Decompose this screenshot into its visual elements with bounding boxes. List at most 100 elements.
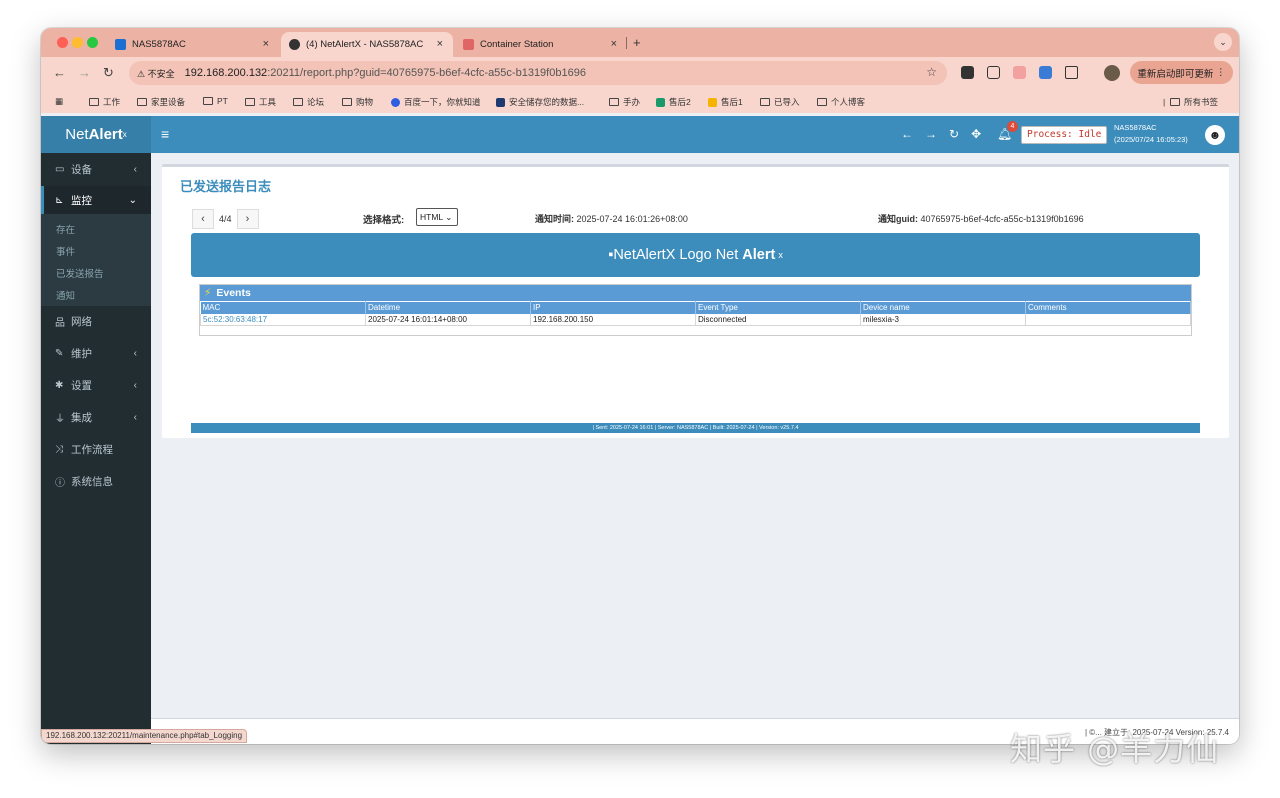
server-info[interactable]: NAS5878AC (2025/07/24 16:05:23) bbox=[1114, 122, 1188, 146]
previous-report-button[interactable]: ‹ bbox=[192, 209, 214, 229]
mac-link[interactable]: 5c:52:30:63:48:17 bbox=[200, 313, 366, 326]
server-time: (2025/07/24 16:05:23) bbox=[1114, 135, 1188, 144]
url-text: 192.168.200.132:20211/report.php?guid=40… bbox=[185, 67, 586, 79]
user-avatar[interactable]: ☻ bbox=[1205, 125, 1225, 145]
table-cell: milesxia-3 bbox=[860, 313, 1026, 326]
sidebar-item-label: 工作流程 bbox=[71, 443, 113, 456]
column-header: Datetime bbox=[365, 301, 531, 314]
bookmark-folder[interactable]: 个人博客 bbox=[817, 96, 865, 108]
sidebar-item-devices[interactable]: ▭ 设备 ‹ bbox=[41, 155, 151, 183]
extension-icon[interactable] bbox=[961, 66, 974, 79]
extension-icon[interactable] bbox=[1013, 66, 1026, 79]
close-tab-icon[interactable]: × bbox=[263, 38, 269, 50]
sidebar-item-settings[interactable]: ✱ 设置 ‹ bbox=[41, 371, 151, 399]
sidebar-item-maintenance[interactable]: ✎ 维护 ‹ bbox=[41, 339, 151, 367]
logo-text-bold: Alert bbox=[88, 126, 123, 143]
forward-arrow-icon[interactable]: → bbox=[925, 127, 937, 141]
bookmark-folder[interactable]: PT bbox=[203, 96, 228, 106]
zoom-window-button[interactable] bbox=[87, 37, 98, 48]
puzzle-extensions-icon[interactable] bbox=[1065, 66, 1078, 79]
minimize-window-button[interactable] bbox=[72, 37, 83, 48]
tab-netalertx[interactable]: (4) NetAlertX - NAS5878AC × bbox=[281, 32, 453, 57]
submenu-item-presence[interactable]: 存在 bbox=[56, 222, 75, 236]
bookmark-baidu[interactable]: 百度一下，你就知道 bbox=[391, 96, 481, 108]
bookmark-label: 已导入 bbox=[774, 97, 800, 107]
bookmark-folder[interactable]: 手办 bbox=[609, 96, 640, 108]
profile-avatar[interactable] bbox=[1104, 65, 1120, 81]
not-secure-warning[interactable]: ⚠ 不安全 bbox=[137, 67, 175, 80]
sidebar: ▭ 设备 ‹ ⊾ 监控 ⌄ 存在 事件 已发送报告 通知 品网络 ✎ 维护 ‹ ✱ 设置 ‹ ⏚… bbox=[41, 153, 151, 744]
bookmark-label: 个人博客 bbox=[831, 97, 866, 107]
sidebar-item-monitoring[interactable]: ⊾ 监控 ⌄ bbox=[41, 186, 151, 214]
app-logo[interactable]: Net Alert x bbox=[41, 116, 151, 153]
close-tab-icon[interactable]: × bbox=[611, 38, 617, 50]
tab-container-station[interactable]: Container Station × bbox=[455, 32, 627, 57]
back-arrow-icon[interactable]: ← bbox=[901, 127, 913, 141]
bookmark-label: 购物 bbox=[356, 97, 374, 107]
format-select[interactable]: HTML ⌄ bbox=[416, 208, 458, 226]
bookmark-folder[interactable]: 家里设备 bbox=[137, 96, 185, 108]
notification-guid-value: 40765975-b6ef-4cfc-a55c-b1319f0b1696 bbox=[920, 214, 1084, 224]
tab-search-chevron-icon[interactable]: ⌄ bbox=[1214, 33, 1232, 51]
bookmark-folder[interactable]: 论坛 bbox=[293, 96, 324, 108]
url-host: 192.168.200.132 bbox=[184, 67, 268, 79]
bookmark-star-icon[interactable]: ☆ bbox=[926, 65, 937, 79]
header-actions: ← → ↻ ✥ bbox=[901, 127, 981, 141]
apps-grid-icon[interactable]: ▦ bbox=[55, 96, 63, 107]
table-cell: Disconnected bbox=[695, 313, 861, 326]
reload-icon[interactable]: ↻ bbox=[103, 65, 114, 81]
url-path: :20211/report.php?guid=40765975-b6ef-4cf… bbox=[267, 67, 586, 79]
folder-icon bbox=[293, 98, 303, 106]
refresh-icon[interactable]: ↻ bbox=[949, 127, 959, 141]
sidebar-item-network[interactable]: 品网络 bbox=[41, 307, 151, 335]
new-tab-button[interactable]: + bbox=[633, 35, 641, 50]
chart-icon: ⊾ bbox=[55, 194, 64, 206]
tab-nas[interactable]: NAS5878AC × bbox=[107, 32, 279, 57]
bookmark-label: 所有书签 bbox=[1183, 97, 1218, 107]
submenu-item-notifications[interactable]: 通知 bbox=[56, 288, 75, 302]
column-header: Event Type bbox=[695, 301, 861, 314]
address-bar[interactable]: ⚠ 不安全 192.168.200.132:20211/report.php?g… bbox=[129, 61, 947, 85]
extension-icon[interactable] bbox=[1039, 66, 1052, 79]
bookmark-folder[interactable]: 工作 bbox=[89, 96, 120, 108]
menu-toggle-icon[interactable]: ≡ bbox=[161, 126, 169, 142]
sidebar-item-integrations[interactable]: ⏚ 集成 ‹ bbox=[41, 403, 151, 431]
notification-guid-label: 通知guid: bbox=[878, 214, 918, 224]
notification-badge: 4 bbox=[1007, 121, 1018, 132]
wrench-icon: ✎ bbox=[55, 347, 64, 359]
not-secure-label: 不安全 bbox=[147, 68, 175, 79]
bookmark-secure-storage[interactable]: 安全储存您的数据... bbox=[496, 96, 584, 108]
submenu-item-sent-reports[interactable]: 已发送报告 bbox=[56, 266, 104, 280]
close-tab-icon[interactable]: × bbox=[437, 38, 443, 50]
forward-arrow-icon[interactable]: → bbox=[78, 65, 91, 80]
bookmark-label: 安全储存您的数据... bbox=[509, 97, 585, 107]
crosshair-icon[interactable]: ✥ bbox=[971, 127, 981, 141]
sidebar-item-label: 维护 bbox=[71, 347, 92, 360]
update-browser-button[interactable]: 重新启动即可更新 ⋮ bbox=[1130, 61, 1233, 84]
events-title: Events bbox=[216, 287, 251, 299]
next-report-button[interactable]: › bbox=[236, 209, 259, 229]
bookmark-label: 售后2 bbox=[669, 97, 691, 107]
submenu-item-events[interactable]: 事件 bbox=[56, 244, 75, 258]
extension-icon[interactable] bbox=[987, 66, 1000, 79]
folder-icon bbox=[245, 98, 255, 106]
chevron-left-icon: ‹ bbox=[133, 411, 137, 423]
events-section: ⚡ Events MAC Datetime IP Event Type Devic… bbox=[199, 284, 1192, 336]
storage-icon bbox=[496, 97, 505, 107]
bookmark-folder[interactable]: 工具 bbox=[245, 96, 276, 108]
sidebar-item-workflows[interactable]: ⤨ 工作流程 bbox=[41, 435, 151, 463]
broken-logo-image: ▪NetAlertX Logo bbox=[608, 247, 712, 263]
page-title: 已发送报告日志 bbox=[180, 179, 272, 194]
bookmark-after-sales-2[interactable]: 售后2 bbox=[656, 96, 691, 108]
all-bookmarks-folder[interactable]: | 所有书签 bbox=[1163, 96, 1218, 108]
bookmark-after-sales-1[interactable]: 售后1 bbox=[708, 96, 743, 108]
bookmark-folder[interactable]: 购物 bbox=[342, 96, 373, 108]
table-cell: 192.168.200.150 bbox=[530, 313, 696, 326]
chevron-left-icon: ‹ bbox=[133, 379, 137, 391]
sidebar-item-system-info[interactable]: ⓘ 系统信息 bbox=[41, 467, 151, 495]
bookmark-folder[interactable]: 已导入 bbox=[760, 96, 800, 108]
close-window-button[interactable] bbox=[57, 37, 68, 48]
folder-icon bbox=[342, 98, 352, 106]
back-arrow-icon[interactable]: ← bbox=[53, 65, 66, 80]
column-header: Device name bbox=[860, 301, 1026, 314]
